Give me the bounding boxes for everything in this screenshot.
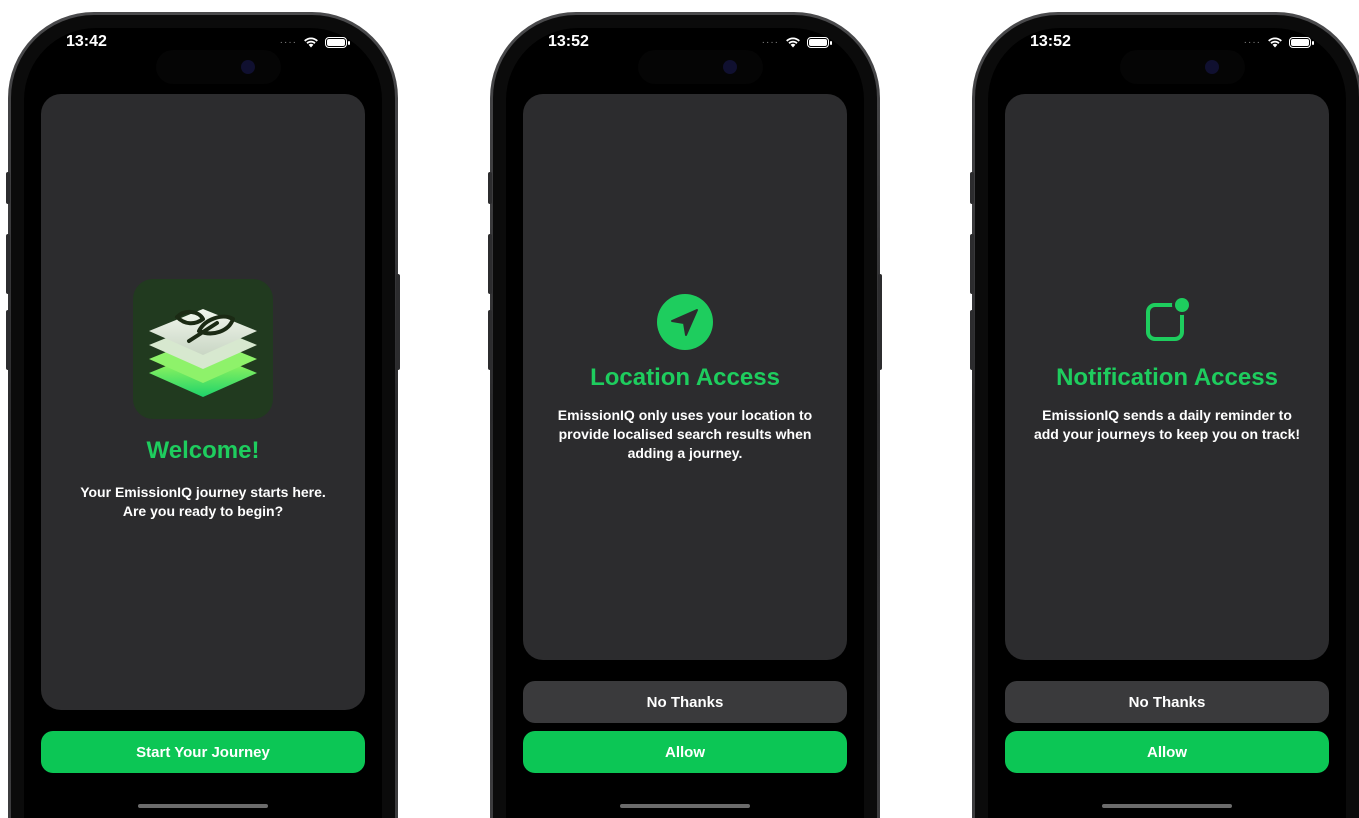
start-journey-button[interactable]: Start Your Journey — [41, 731, 365, 773]
home-indicator[interactable] — [1102, 804, 1232, 808]
notification-card: Notification Access EmissionIQ sends a d… — [1005, 94, 1329, 660]
welcome-description: Your EmissionIQ journey starts here. Are… — [80, 484, 326, 519]
welcome-title: Welcome! — [146, 437, 260, 464]
camera-icon — [723, 60, 737, 74]
wifi-icon — [304, 37, 318, 48]
volume-down-button — [970, 310, 974, 370]
no-thanks-button[interactable]: No Thanks — [1005, 681, 1329, 723]
signal-icon: ···· — [279, 36, 297, 48]
wifi-icon — [1268, 37, 1282, 48]
power-button — [878, 274, 882, 370]
signal-icon: ···· — [761, 36, 779, 48]
screen: 13:42 ···· Welcome! Your EmissionIQ jour… — [24, 28, 382, 818]
signal-icon: ···· — [1243, 36, 1261, 48]
notification-description: EmissionIQ sends a daily reminder to add… — [1033, 407, 1301, 442]
action-button — [970, 172, 974, 204]
volume-up-button — [970, 234, 974, 294]
location-arrow-icon — [657, 294, 713, 350]
volume-down-button — [488, 310, 492, 370]
volume-down-button — [6, 310, 10, 370]
status-icons: ···· — [279, 36, 350, 48]
battery-icon — [325, 36, 350, 48]
notification-title: Notification Access — [1056, 364, 1278, 391]
status-icons: ···· — [1243, 36, 1314, 48]
dynamic-island — [156, 50, 281, 84]
screen: 13:52 ···· Notification Access EmissionI… — [988, 28, 1346, 818]
emissioniq-app-icon — [133, 279, 273, 419]
volume-up-button — [6, 234, 10, 294]
bezel: 13:42 ···· Welcome! Your EmissionIQ jour… — [11, 15, 395, 818]
home-indicator[interactable] — [620, 804, 750, 808]
camera-icon — [241, 60, 255, 74]
power-button — [396, 274, 400, 370]
action-button — [488, 172, 492, 204]
bezel: 13:52 ···· Notification Access EmissionI… — [975, 15, 1359, 818]
wifi-icon — [786, 37, 800, 48]
action-button — [6, 172, 10, 204]
dynamic-island — [1120, 50, 1245, 84]
status-time: 13:42 — [66, 33, 107, 50]
welcome-card: Welcome! Your EmissionIQ journey starts … — [41, 94, 365, 710]
allow-button[interactable]: Allow — [1005, 731, 1329, 773]
allow-button[interactable]: Allow — [523, 731, 847, 773]
volume-up-button — [488, 234, 492, 294]
status-time: 13:52 — [548, 33, 589, 50]
status-icons: ···· — [761, 36, 832, 48]
screen: 13:52 ···· Location Access EmissionIQ on… — [506, 28, 864, 818]
home-indicator[interactable] — [138, 804, 268, 808]
notification-badge-icon — [1146, 295, 1192, 341]
no-thanks-button[interactable]: No Thanks — [523, 681, 847, 723]
phone-frame-notification: 13:52 ···· Notification Access EmissionI… — [970, 12, 1359, 818]
camera-icon — [1205, 60, 1219, 74]
location-card: Location Access EmissionIQ only uses you… — [523, 94, 847, 660]
battery-icon — [807, 36, 832, 48]
phone-frame-welcome: 13:42 ···· Welcome! Your EmissionIQ jour… — [6, 12, 400, 818]
location-title: Location Access — [590, 364, 780, 391]
bezel: 13:52 ···· Location Access EmissionIQ on… — [493, 15, 877, 818]
battery-icon — [1289, 36, 1314, 48]
phone-frame-location: 13:52 ···· Location Access EmissionIQ on… — [488, 12, 882, 818]
dynamic-island — [638, 50, 763, 84]
status-time: 13:52 — [1030, 33, 1071, 50]
location-description: EmissionIQ only uses your location to pr… — [557, 407, 813, 461]
